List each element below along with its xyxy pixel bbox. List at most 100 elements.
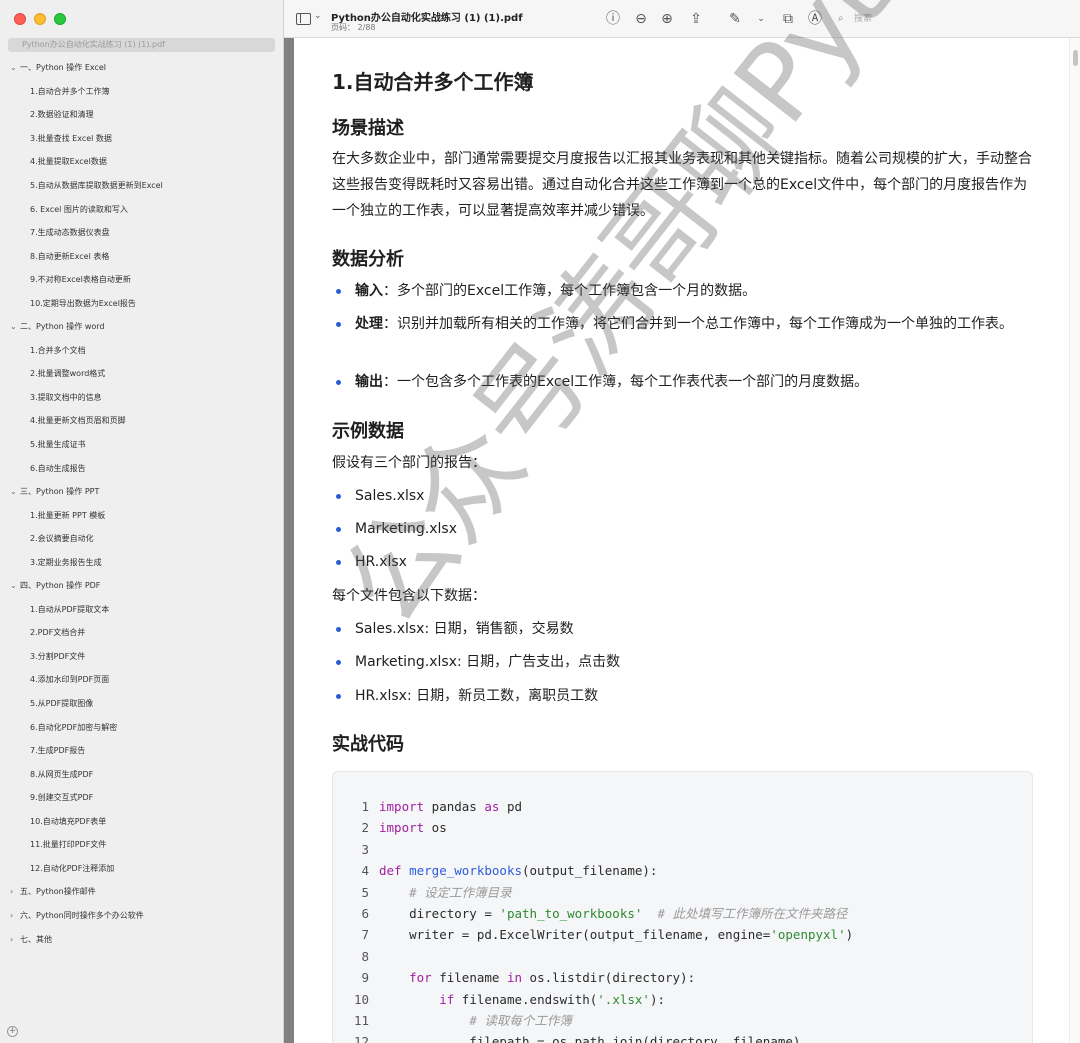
list-item: 处理：识别并加载所有相关的工作簿，将它们合并到一个总工作簿中，每个工作簿成为一个… [332,311,1032,337]
share-icon[interactable]: ⇪ [687,10,705,28]
toc-item[interactable]: 8.从网页生成PDF [0,762,284,786]
toc-section[interactable]: › 五、Python操作邮件 [0,880,284,904]
toc-label: 6.自动生成报告 [30,463,86,473]
toc-item[interactable]: 4.批量提取Excel数据 [0,150,284,174]
annotate-icon[interactable]: Ⓐ [806,10,824,28]
close-window-button[interactable] [14,13,26,25]
toc-item[interactable]: 5.批量生成证书 [0,433,284,457]
toc-label: 1.合并多个文档 [30,345,86,355]
toc-section[interactable]: ⌄ 四、Python 操作 PDF [0,574,284,598]
chevron-right-icon[interactable]: › [10,911,20,920]
toc-item[interactable]: 4.批量更新文档页眉和页脚 [0,409,284,433]
toc-item[interactable]: 1.合并多个文档 [0,339,284,363]
rotate-icon[interactable]: ⧉ [779,10,797,28]
toc-label: 六、Python同时操作多个办公软件 [20,910,144,920]
toc-item[interactable]: 10.自动填充PDF表单 [0,810,284,834]
toc-item[interactable]: 10.定期导出数据为Excel报告 [0,291,284,315]
toc-label: 6. Excel 图片的读取和写入 [30,204,128,214]
code-token: # 此处填写工作簿所在文件夹路径 [657,905,848,921]
bullet-text: ：识别并加载所有相关的工作簿，将它们合并到一个总工作簿中，每个工作簿成为一个单独… [383,316,1013,332]
scrollbar[interactable] [1069,38,1080,1043]
chevron-right-icon[interactable]: › [10,887,20,896]
code-line: 10 if filename.endswith('.xlsx'): [333,989,1033,1010]
toc-item[interactable]: 1.自动从PDF提取文本 [0,598,284,622]
toc-item[interactable]: 2.会议摘要自动化 [0,527,284,551]
toc-item[interactable]: 3.分割PDF文件 [0,645,284,669]
chevron-down-icon[interactable]: ⌄ [314,11,322,21]
toc-item[interactable]: 3.批量查找 Excel 数据 [0,127,284,151]
toc-label: 五、Python操作邮件 [20,887,96,897]
zoom-out-icon[interactable]: ⊖ [632,10,650,28]
toc-label: 4.批量提取Excel数据 [30,157,107,167]
info-icon[interactable]: ⓘ [604,10,622,28]
toc-label: 11.批量打印PDF文件 [30,840,107,850]
toc-section[interactable]: ⌄ 二、Python 操作 word [0,315,284,339]
toc-item[interactable]: 6.自动化PDF加密与解密 [0,715,284,739]
chevron-down-icon[interactable]: ⌄ [10,487,20,496]
toc-label: 9.不对称Excel表格自动更新 [30,275,131,285]
toc-item[interactable]: 2.数据验证和清理 [0,103,284,127]
toc-label: 9.创建交互式PDF [30,793,94,803]
toc-item[interactable]: 11.批量打印PDF文件 [0,833,284,857]
code-line: 3 [333,839,1033,860]
toc-item[interactable]: 6. Excel 图片的读取和写入 [0,197,284,221]
toc-label: 1.批量更新 PPT 模板 [30,510,106,520]
line-number: 3 [361,841,369,857]
toc-section[interactable]: › 七、其他 [0,927,284,951]
chevron-down-icon[interactable]: ⌄ [752,10,770,28]
minimize-window-button[interactable] [34,13,46,25]
chevron-down-icon[interactable]: ⌄ [10,322,20,331]
toc-item[interactable]: 5.自动从数据库提取数据更新到Excel [0,174,284,198]
toc-item[interactable]: 12.自动化PDF注释添加 [0,857,284,881]
code-token: import [379,799,425,814]
toc-label: 6.自动化PDF加密与解密 [30,722,118,732]
toc-section[interactable]: › 六、Python同时操作多个办公软件 [0,904,284,928]
toc-label: 4.批量更新文档页眉和页脚 [30,416,126,426]
code-token: (output_filename): [522,863,658,879]
toc-item[interactable]: 2.批量调整word格式 [0,362,284,386]
line-number: 5 [361,884,369,900]
toc-item[interactable]: 9.不对称Excel表格自动更新 [0,268,284,292]
toc-item[interactable]: 2.PDF文档合并 [0,621,284,645]
line-number: 6 [361,905,369,921]
markup-pen-icon[interactable]: ✎ [726,10,744,28]
chevron-down-icon[interactable]: ⌄ [10,581,20,590]
sample-intro: 假设有三个部门的报告： [332,455,486,471]
toc-label: 2.批量调整word格式 [30,369,106,379]
toc-item[interactable]: 3.定期业务报告生成 [0,550,284,574]
toc-item[interactable]: 7.生成动态数据仪表盘 [0,221,284,245]
chevron-down-icon[interactable]: ⌄ [10,63,20,72]
code-token: 'openpyxl' [770,927,846,943]
add-icon[interactable]: + [7,1026,18,1037]
toc-section[interactable]: ⌄ 三、Python 操作 PPT [0,480,284,504]
code-block: 1 import pandas as pd 2 import os 3 4 def merg… [332,771,1033,1043]
toc-section[interactable]: ⌄ 一、Python 操作 Excel [0,56,284,80]
list-item: HR.xlsx [332,549,1032,575]
bullet-text: ：多个部门的Excel工作簿，每个工作簿包含一个月的数据。 [383,283,757,299]
sidebar-toggle-icon[interactable] [296,13,311,25]
code-token: os [424,820,447,836]
search-input[interactable]: ⌕ 搜索 [836,11,926,27]
scrollbar-thumb[interactable] [1073,50,1078,66]
toc-item[interactable]: 5.从PDF提取图像 [0,692,284,716]
sidebar-file-name[interactable]: Python办公自动化实战练习 (1) (1).pdf [8,38,275,52]
code-token: # 读取每个工作簿 [469,1012,572,1028]
toc-item[interactable]: 7.生成PDF报告 [0,739,284,763]
toc-label: 三、Python 操作 PPT [20,487,100,497]
toc-item[interactable]: 1.自动合并多个工作簿 [0,80,284,104]
toc-item[interactable]: 1.批量更新 PPT 模板 [0,503,284,527]
toc-item[interactable]: 4.添加水印到PDF页面 [0,668,284,692]
zoom-in-icon[interactable]: ⊕ [658,10,676,28]
line-number: 10 [353,991,369,1007]
zoom-window-button[interactable] [54,13,66,25]
chevron-right-icon[interactable]: › [10,935,20,944]
toc-item[interactable]: 9.创建交互式PDF [0,786,284,810]
code-line: 7 writer = pd.ExcelWriter(output_filenam… [333,924,1033,945]
toc-item[interactable]: 8.自动更新Excel 表格 [0,244,284,268]
toc-item[interactable]: 3.提取文档中的信息 [0,386,284,410]
pdf-page: 1.自动合并多个工作簿 场景描述 在大多数企业中，部门通常需要提交月度报告以汇报… [294,38,1069,1043]
toc-item[interactable]: 6.自动生成报告 [0,456,284,480]
line-number: 9 [361,970,369,986]
